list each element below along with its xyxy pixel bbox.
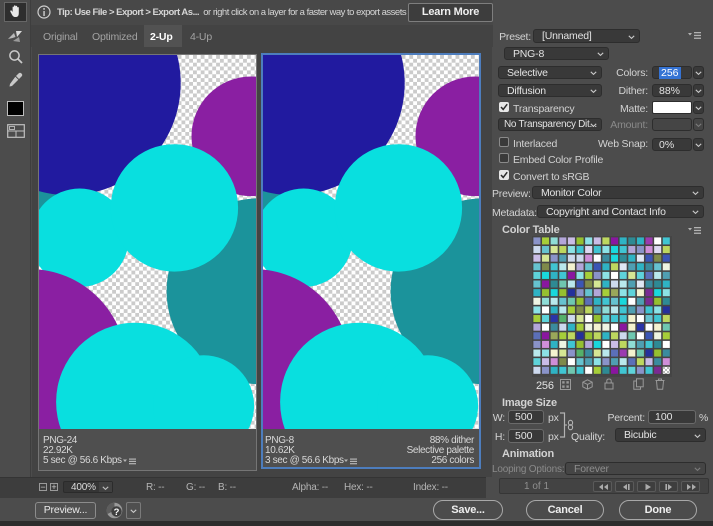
svg-text:?: ? bbox=[114, 507, 120, 518]
